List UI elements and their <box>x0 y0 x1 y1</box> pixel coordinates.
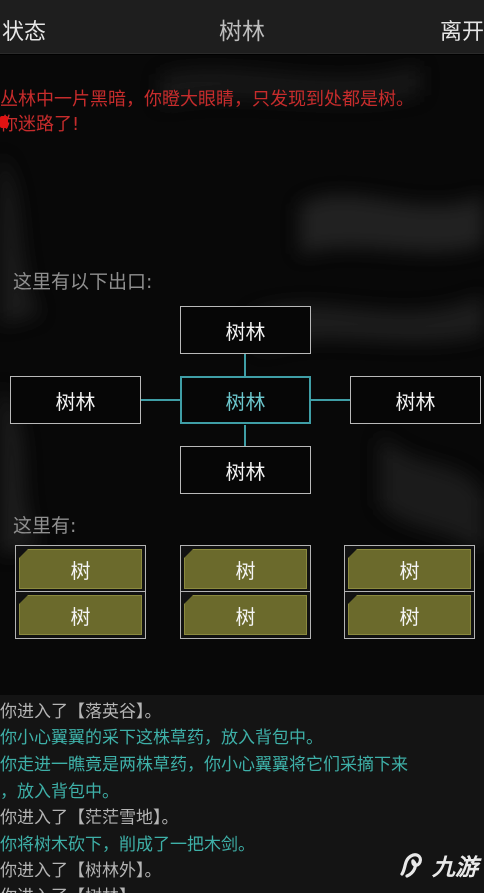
log-line: 你进入了【落英谷】。 <box>0 702 162 722</box>
exit-south-button[interactable]: 树林 <box>180 446 311 494</box>
message-log[interactable]: 你进入了【落英谷】。 你小心翼翼的采下这株草药，放入背包中。 你走进一瞧竟是两株… <box>0 695 484 893</box>
exit-east-button[interactable]: 树林 <box>350 376 481 424</box>
object-label: 树 <box>235 558 256 583</box>
log-line: 你进入了【树林外】。 <box>0 861 162 881</box>
object-label: 树 <box>70 604 91 629</box>
watermark: 九游 <box>396 845 478 885</box>
object-label: 树 <box>399 604 420 629</box>
object-label: 树 <box>70 558 91 583</box>
exits-label: 这里有以下出口: <box>13 271 153 293</box>
objects-label: 这里有: <box>13 515 77 537</box>
exit-north-button[interactable]: 树林 <box>180 306 311 354</box>
object-label: 树 <box>399 558 420 583</box>
object-tree-button[interactable]: 树 <box>180 545 311 593</box>
connector-west <box>141 399 180 401</box>
object-label: 树 <box>235 604 256 629</box>
object-tree-button[interactable]: 树 <box>15 545 146 593</box>
log-line: 你将树木砍下，削成了一把木剑。 <box>0 835 255 855</box>
location-title: 树林 <box>219 19 265 45</box>
log-line: 你进入了【茫茫雪地】。 <box>0 808 179 828</box>
connector-north <box>244 353 246 377</box>
room-description: 丛林中一片黑暗，你瞪大眼睛，只发现到处都是树。 你迷路了! <box>0 87 484 137</box>
description-line-1: 丛林中一片黑暗，你瞪大眼睛，只发现到处都是树。 <box>0 89 414 110</box>
object-tree-button[interactable]: 树 <box>344 545 475 593</box>
jiuyou-logo-icon <box>400 853 422 878</box>
leave-button[interactable]: 离开 <box>440 14 484 46</box>
log-line: ，放入背包中。 <box>0 782 119 802</box>
object-tree-button[interactable]: 树 <box>344 591 475 639</box>
red-marker-icon <box>0 116 8 128</box>
log-line: 你走进一瞧竟是两株草药，你小心翼翼将它们采摘下来 <box>0 755 408 775</box>
location-panel: 丛林中一片黑暗，你瞪大眼睛，只发现到处都是树。 你迷路了! 这里有以下出口: 树… <box>0 55 484 695</box>
object-tree-button[interactable]: 树 <box>15 591 146 639</box>
log-line: 你小心翼翼的采下这株草药，放入背包中。 <box>0 728 323 748</box>
watermark-text: 九游 <box>432 855 478 881</box>
connector-east <box>310 399 350 401</box>
log-line: 你进入了【树林】。 <box>0 882 145 893</box>
top-bar: 状态 树林 离开 <box>0 0 484 54</box>
object-tree-button[interactable]: 树 <box>180 591 311 639</box>
current-room: 树林 <box>180 376 311 424</box>
exit-west-button[interactable]: 树林 <box>10 376 141 424</box>
description-line-2: 你迷路了! <box>0 114 80 135</box>
